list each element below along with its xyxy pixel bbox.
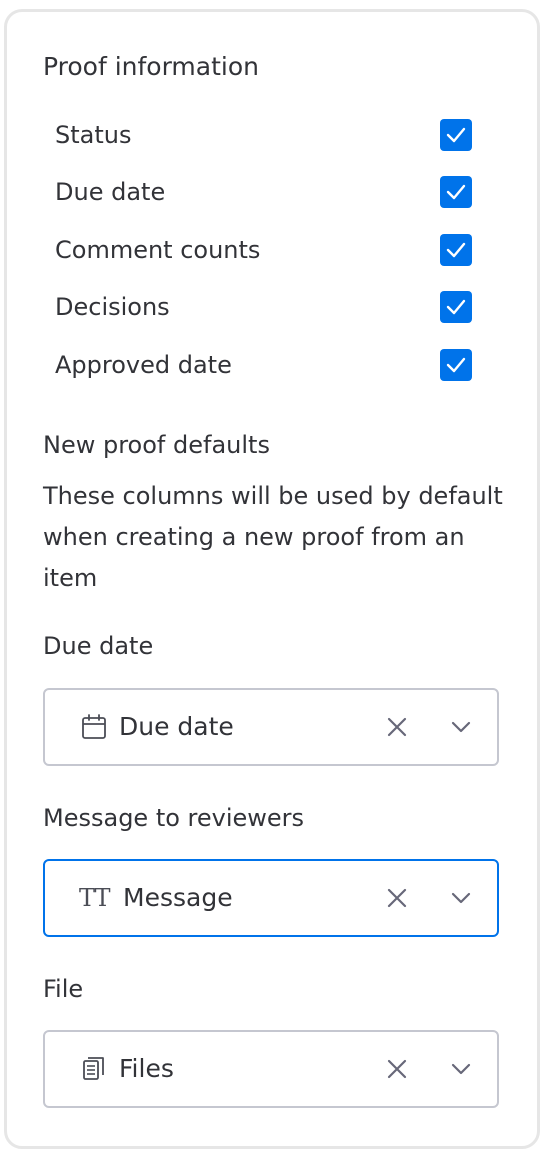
checkbox-row-due-date[interactable]: Due date	[43, 172, 483, 212]
check-icon	[446, 242, 466, 258]
checkbox-label: Approved date	[55, 351, 232, 379]
due-date-select-value: Due date	[119, 712, 234, 741]
proof-settings-panel: Proof information Status Due date Commen…	[4, 9, 540, 1149]
chevron-down-icon[interactable]	[447, 713, 475, 741]
calendar-icon	[82, 714, 106, 739]
file-column-select[interactable]: Files	[43, 1030, 499, 1108]
checkbox-row-comment-counts[interactable]: Comment counts	[43, 230, 483, 270]
checkbox-label: Comment counts	[55, 236, 261, 264]
checkbox-label: Status	[55, 121, 132, 149]
chevron-down-icon[interactable]	[447, 884, 475, 912]
message-field-label: Message to reviewers	[43, 804, 305, 832]
clear-file-icon[interactable]	[383, 1055, 411, 1083]
checkbox-label: Due date	[55, 178, 166, 206]
check-icon	[446, 299, 466, 315]
status-checkbox[interactable]	[440, 119, 472, 151]
check-icon	[446, 127, 466, 143]
comment-counts-checkbox[interactable]	[440, 234, 472, 266]
message-select-value: Message	[123, 883, 233, 912]
text-icon: TT	[79, 884, 110, 912]
clear-message-icon[interactable]	[383, 884, 411, 912]
checkbox-row-decisions[interactable]: Decisions	[43, 287, 483, 327]
due-date-field-label: Due date	[43, 632, 154, 660]
due-date-checkbox[interactable]	[440, 176, 472, 208]
chevron-down-icon[interactable]	[447, 1055, 475, 1083]
new-proof-defaults-title: New proof defaults	[43, 431, 270, 459]
file-icon	[83, 1057, 104, 1080]
file-field-label: File	[43, 975, 84, 1003]
checkbox-row-approved-date[interactable]: Approved date	[43, 345, 483, 385]
message-column-select[interactable]: TT Message	[43, 859, 499, 937]
clear-due-date-icon[interactable]	[383, 713, 411, 741]
new-proof-defaults-description: These columns will be used by default wh…	[43, 482, 503, 592]
file-select-value: Files	[119, 1054, 174, 1083]
due-date-column-select[interactable]: Due date	[43, 688, 499, 766]
check-icon	[446, 357, 466, 373]
checkbox-label: Decisions	[55, 293, 170, 321]
proof-information-title: Proof information	[43, 52, 259, 81]
check-icon	[446, 184, 466, 200]
decisions-checkbox[interactable]	[440, 291, 472, 323]
approved-date-checkbox[interactable]	[440, 349, 472, 381]
checkbox-row-status[interactable]: Status	[43, 115, 483, 155]
